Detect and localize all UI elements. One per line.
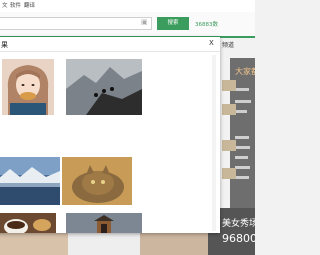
scrollbar[interactable]: [212, 55, 216, 231]
result-image-pagoda[interactable]: [66, 213, 142, 233]
nav-item-software[interactable]: 软件: [10, 1, 21, 9]
panel-line: [235, 176, 249, 179]
promo-title: 美女秀场: [222, 219, 255, 229]
top-nav: 文 软件 翻译: [0, 0, 255, 12]
panel-line: [235, 100, 251, 103]
panel-line: [235, 136, 249, 139]
panel-line: [235, 166, 250, 169]
camera-icon[interactable]: ▣: [141, 19, 149, 26]
panel-line: [235, 146, 250, 149]
panel-line: [235, 88, 249, 91]
nav-item[interactable]: 文: [2, 1, 8, 9]
image-results-dialog: 果 X: [0, 37, 220, 233]
panel-line: [235, 110, 247, 113]
search-input[interactable]: [0, 17, 152, 30]
bottom-thumbnails: [0, 233, 208, 255]
panel-thumbnail[interactable]: [222, 104, 236, 115]
promo-number: 96800: [222, 232, 255, 245]
tab-channel[interactable]: 频道: [222, 40, 234, 49]
panel-title: 大家都: [235, 67, 255, 76]
result-image-cat[interactable]: [62, 157, 132, 205]
panel-line: [235, 156, 248, 159]
panel-thumbnail[interactable]: [222, 168, 236, 179]
panel-thumbnail[interactable]: [222, 140, 236, 151]
search-button[interactable]: 搜索: [157, 17, 189, 30]
result-image-girl[interactable]: [2, 59, 54, 115]
close-button[interactable]: X: [209, 39, 214, 47]
dialog-divider: [0, 51, 220, 52]
result-image-coffee[interactable]: [0, 213, 56, 233]
hotline-text: 36883数: [195, 22, 218, 28]
nav-item-translate[interactable]: 翻译: [24, 1, 35, 9]
result-image-climbers[interactable]: [66, 59, 142, 115]
result-image-lake[interactable]: [0, 157, 60, 205]
panel-thumbnail[interactable]: [222, 80, 236, 91]
dialog-title: 果: [1, 41, 8, 49]
